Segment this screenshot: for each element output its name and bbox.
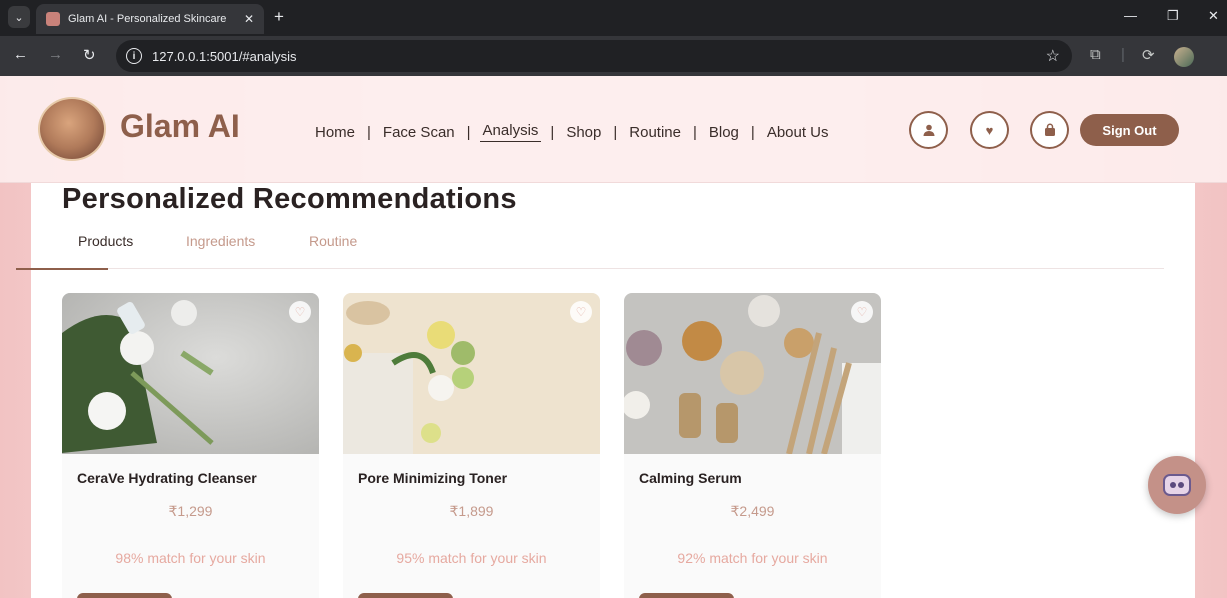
forward-icon[interactable]: →	[48, 46, 63, 63]
tab-products[interactable]: Products	[78, 233, 133, 249]
product-card[interactable]: ♡ Pore Minimizing Toner ₹1,899 95% match…	[343, 293, 600, 598]
toolbar-divider: |	[1121, 46, 1125, 63]
chatbot-icon	[1163, 474, 1191, 496]
nav-analysis[interactable]: Analysis	[479, 122, 542, 142]
profile-avatar[interactable]	[1174, 47, 1194, 67]
nav-separator: |	[550, 123, 555, 141]
bookmark-star-icon[interactable]: ☆	[1046, 46, 1060, 66]
heart-icon: ♥	[985, 122, 994, 138]
site-header: Glam AI Home | Face Scan | Analysis | Sh…	[0, 76, 1227, 183]
tab-title: Glam AI - Personalized Skincare	[68, 13, 227, 25]
close-window-icon[interactable]: ✕	[1208, 8, 1219, 24]
product-match: 92% match for your skin	[677, 550, 828, 566]
nav-routine[interactable]: Routine	[626, 124, 684, 141]
browser-tab[interactable]: Glam AI - Personalized Skincare ✕	[36, 4, 264, 34]
nav-separator: |	[750, 123, 755, 141]
product-image: ♡	[343, 293, 600, 454]
product-price: ₹2,499	[730, 503, 775, 519]
tab-search-button[interactable]: ⌄	[8, 6, 30, 28]
product-match: 95% match for your skin	[396, 550, 547, 566]
product-name: CeraVe Hydrating Cleanser	[77, 470, 257, 486]
nav-separator: |	[466, 123, 471, 141]
restore-icon[interactable]: ❐	[1167, 8, 1179, 24]
recommendations-panel: Personalized Recommendations Products In…	[16, 183, 1195, 598]
tab-ingredients[interactable]: Ingredients	[186, 233, 255, 249]
nav-about-us[interactable]: About Us	[764, 124, 832, 141]
product-action-button[interactable]	[639, 593, 734, 598]
nav-shop[interactable]: Shop	[563, 124, 604, 141]
favicon-icon	[46, 12, 60, 26]
product-image: ♡	[62, 293, 319, 454]
sync-icon[interactable]: ⟳	[1142, 46, 1155, 64]
favorite-heart-icon[interactable]: ♡	[570, 301, 592, 323]
address-bar[interactable]: i 127.0.0.1:5001/#analysis ☆	[116, 40, 1072, 72]
cart-button[interactable]	[1030, 111, 1069, 149]
minimize-icon[interactable]: —	[1124, 8, 1137, 23]
site-info-icon[interactable]: i	[126, 48, 142, 64]
sign-out-button[interactable]: Sign Out	[1080, 114, 1179, 146]
page: Glam AI Home | Face Scan | Analysis | Sh…	[0, 76, 1227, 598]
product-card[interactable]: ♡ Calming Serum ₹2,499 92% match for you…	[624, 293, 881, 598]
favorite-heart-icon[interactable]: ♡	[851, 301, 873, 323]
brand-name[interactable]: Glam AI	[120, 108, 240, 145]
nav-blog[interactable]: Blog	[706, 124, 742, 141]
product-match: 98% match for your skin	[115, 550, 266, 566]
wishlist-button[interactable]: ♥	[970, 111, 1009, 149]
tab-close-icon[interactable]: ✕	[244, 12, 254, 26]
nav-home[interactable]: Home	[312, 124, 358, 141]
brand-logo[interactable]	[38, 97, 106, 161]
product-price: ₹1,299	[168, 503, 213, 519]
active-tab-indicator	[16, 268, 108, 270]
product-card[interactable]: ♡ CeraVe Hydrating Cleanser ₹1,299 98% m…	[62, 293, 319, 598]
nav-separator: |	[613, 123, 618, 141]
product-price: ₹1,899	[449, 503, 494, 519]
product-action-button[interactable]	[358, 593, 453, 598]
nav-separator: |	[692, 123, 697, 141]
chatbot-button[interactable]	[1148, 456, 1206, 514]
main-nav: Home | Face Scan | Analysis | Shop | Rou…	[312, 122, 832, 142]
product-name: Calming Serum	[639, 470, 742, 486]
new-tab-button[interactable]: +	[274, 7, 284, 27]
nav-separator: |	[367, 123, 371, 141]
url-text[interactable]: 127.0.0.1:5001/#analysis	[152, 49, 297, 64]
user-icon	[923, 124, 934, 136]
recommendation-tabs: Products Ingredients Routine	[16, 233, 1164, 270]
user-button[interactable]	[909, 111, 948, 149]
product-name: Pore Minimizing Toner	[358, 470, 508, 486]
reload-icon[interactable]: ↻	[83, 46, 96, 64]
back-icon[interactable]: ←	[13, 46, 28, 63]
product-image: ♡	[624, 293, 881, 455]
browser-toolbar: ← → ↻ i 127.0.0.1:5001/#analysis ☆ ⧉ | ⟳	[0, 36, 1227, 76]
bag-icon	[1044, 123, 1055, 136]
page-title: Personalized Recommendations	[62, 183, 517, 215]
browser-tab-bar: ⌄ Glam AI - Personalized Skincare ✕ + — …	[0, 0, 1227, 36]
extensions-icon[interactable]: ⧉	[1090, 46, 1101, 63]
product-action-button[interactable]	[77, 593, 172, 598]
favorite-heart-icon[interactable]: ♡	[289, 301, 311, 323]
nav-face-scan[interactable]: Face Scan	[380, 124, 458, 141]
tab-routine[interactable]: Routine	[309, 233, 357, 249]
